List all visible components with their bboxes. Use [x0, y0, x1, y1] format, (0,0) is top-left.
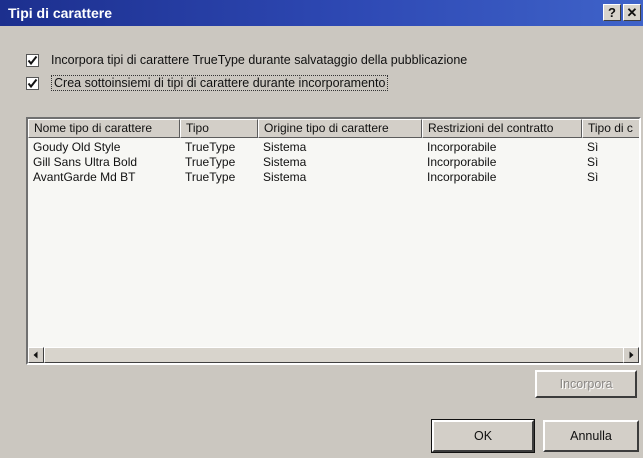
font-type-c-cell: Sì [587, 155, 599, 169]
window-title: Tipi di carattere [8, 5, 113, 21]
table-row[interactable]: Goudy Old Style TrueType Sistema Incorpo… [28, 140, 639, 155]
ok-button[interactable]: OK [431, 419, 535, 453]
triangle-right-icon [629, 351, 634, 359]
fonts-dialog: Tipi di carattere ? ✕ Incorpora tipi di … [0, 0, 643, 458]
embed-truetype-checkbox[interactable] [26, 53, 39, 67]
checkmark-icon [27, 78, 38, 88]
embed-truetype-option[interactable]: Incorpora tipi di carattere TrueType dur… [26, 50, 467, 70]
font-restrictions-cell: Incorporabile [427, 155, 497, 169]
help-button[interactable]: ? [603, 4, 621, 21]
scroll-left-button[interactable] [28, 347, 44, 363]
font-origin-cell: Sistema [263, 170, 307, 184]
cancel-button[interactable]: Annulla [543, 420, 639, 452]
font-type-cell: TrueType [185, 170, 236, 184]
embed-button[interactable]: Incorpora [535, 370, 637, 398]
font-restrictions-cell: Incorporabile [427, 170, 497, 184]
scroll-right-button[interactable] [623, 347, 639, 363]
column-header-name[interactable]: Nome tipo di carattere [28, 119, 180, 138]
fonts-list[interactable]: Nome tipo di carattere Tipo Origine tipo… [26, 117, 641, 365]
subset-fonts-checkbox[interactable] [26, 76, 39, 90]
font-type-cell: TrueType [185, 140, 236, 154]
checkmark-icon [27, 55, 38, 65]
triangle-left-icon [33, 351, 38, 359]
table-row[interactable]: Gill Sans Ultra Bold TrueType Sistema In… [28, 155, 639, 170]
column-header-restrictions[interactable]: Restrizioni del contratto [422, 119, 582, 138]
font-name-cell: Gill Sans Ultra Bold [33, 155, 138, 169]
subset-fonts-label: Crea sottoinsiemi di tipi di carattere d… [51, 75, 389, 91]
horizontal-scrollbar[interactable] [28, 347, 639, 363]
embed-truetype-label: Incorpora tipi di carattere TrueType dur… [51, 53, 468, 67]
font-type-c-cell: Sì [587, 140, 599, 154]
font-name-cell: AvantGarde Md BT [33, 170, 136, 184]
font-origin-cell: Sistema [263, 140, 307, 154]
close-button[interactable]: ✕ [623, 4, 641, 21]
subset-fonts-option[interactable]: Crea sottoinsiemi di tipi di carattere d… [26, 73, 389, 93]
scroll-thumb[interactable] [44, 347, 624, 363]
column-header-type[interactable]: Tipo [180, 119, 258, 138]
table-row[interactable]: AvantGarde Md BT TrueType Sistema Incorp… [28, 170, 639, 185]
list-header: Nome tipo di carattere Tipo Origine tipo… [28, 119, 639, 138]
column-header-type-c[interactable]: Tipo di c [582, 119, 639, 138]
font-type-cell: TrueType [185, 155, 236, 169]
font-origin-cell: Sistema [263, 155, 307, 169]
font-type-c-cell: Sì [587, 170, 599, 184]
column-header-origin[interactable]: Origine tipo di carattere [258, 119, 422, 138]
font-name-cell: Goudy Old Style [33, 140, 121, 154]
title-bar[interactable]: Tipi di carattere ? ✕ [0, 0, 643, 26]
font-restrictions-cell: Incorporabile [427, 140, 497, 154]
